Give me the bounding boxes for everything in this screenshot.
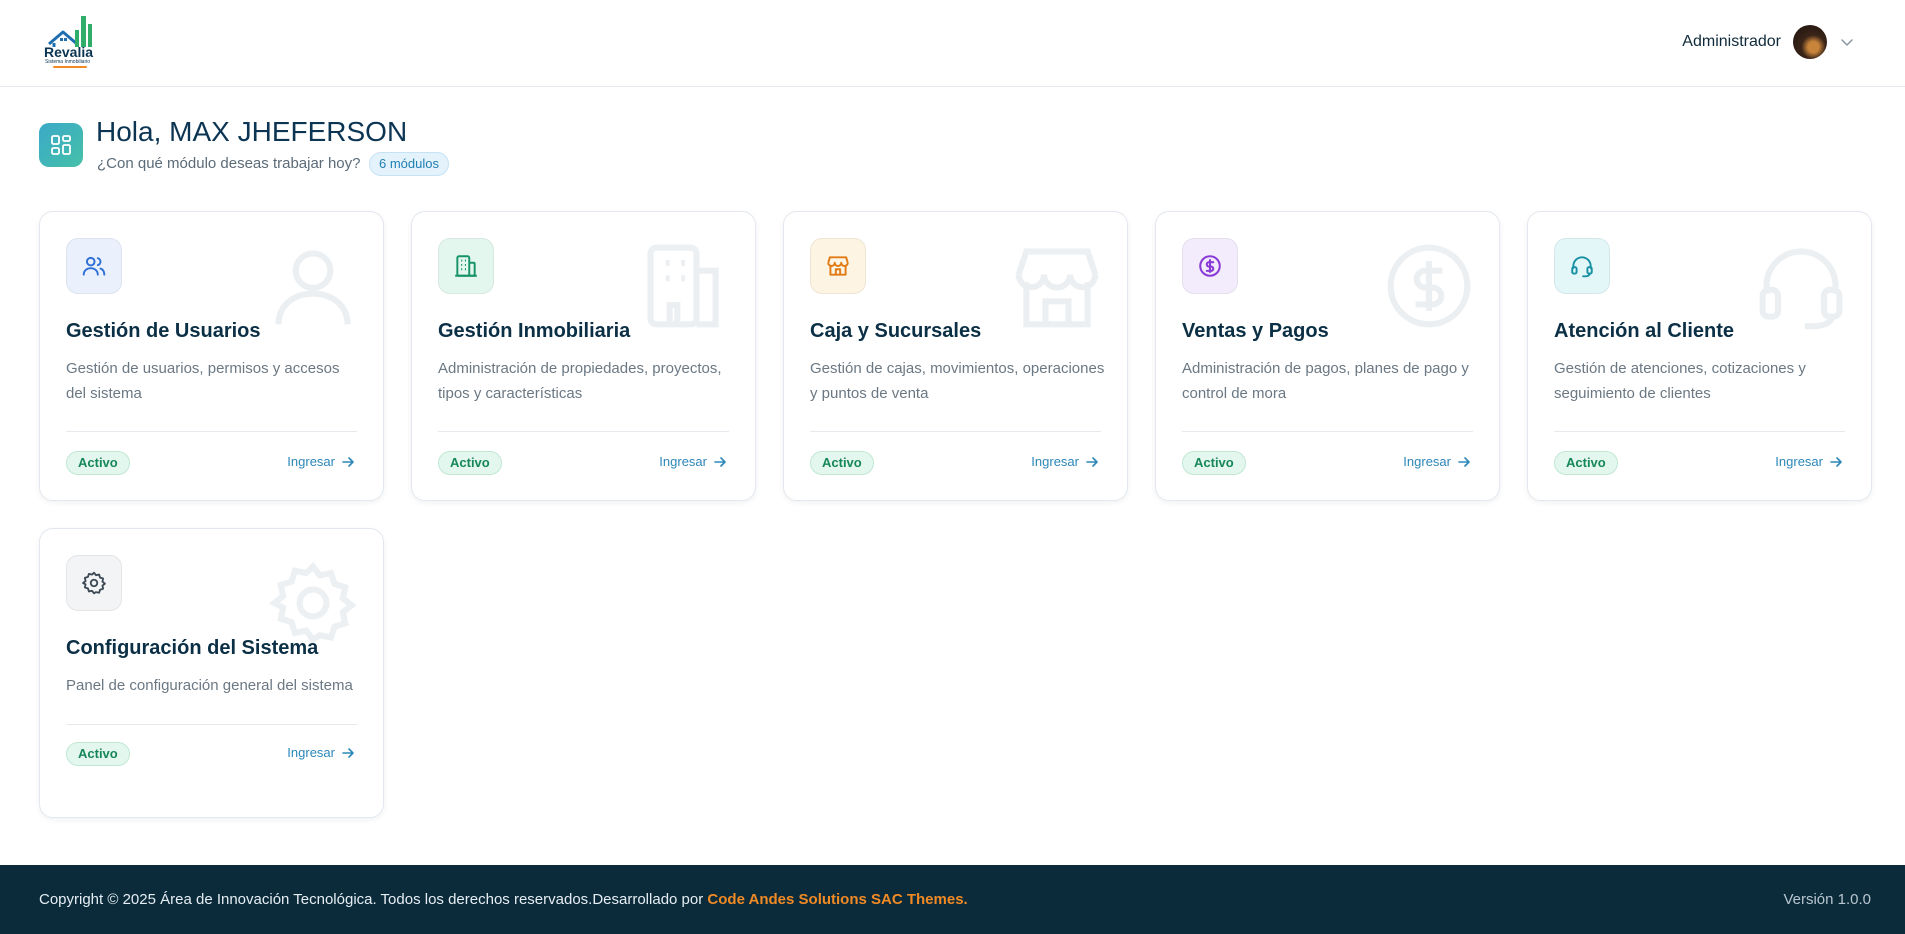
store-watermark-icon <box>1015 248 1099 328</box>
footer-copyright: Copyright © 2025 Área de Innovación Tecn… <box>39 891 968 908</box>
arrow-right-icon <box>1086 456 1098 467</box>
enter-link[interactable]: Ingresar <box>1031 454 1099 469</box>
enter-link-label: Ingresar <box>1403 454 1451 469</box>
headset-watermark-icon <box>1759 248 1843 330</box>
module-count-badge: 6 módulos <box>369 152 449 176</box>
chevron-down-icon[interactable] <box>1839 34 1855 50</box>
module-description: Administración de pagos, planes de pago … <box>1182 360 1469 402</box>
module-card-atencion[interactable]: Atención al Cliente Gestión de atencione… <box>1527 211 1872 501</box>
headset-icon <box>1554 238 1610 294</box>
status-badge: Activo <box>810 451 874 475</box>
page-title: Hola, MAX JHEFERSON <box>96 116 408 147</box>
module-card-usuarios[interactable]: Gestión de Usuarios Gestión de usuarios,… <box>39 211 384 501</box>
divider <box>1554 431 1845 432</box>
logo-underline <box>53 66 87 68</box>
status-badge: Activo <box>438 451 502 475</box>
divider <box>438 431 729 432</box>
module-title: Configuración del Sistema <box>66 637 319 659</box>
gear-watermark-icon <box>268 562 357 644</box>
building-icon <box>438 238 494 294</box>
dollar-circle-icon <box>1182 238 1238 294</box>
status-badge: Activo <box>66 742 130 766</box>
module-description: Administración de propiedades, proyectos… <box>438 360 722 402</box>
enter-link[interactable]: Ingresar <box>659 454 727 469</box>
enter-link-label: Ingresar <box>659 454 707 469</box>
enter-link[interactable]: Ingresar <box>1775 454 1843 469</box>
arrow-right-icon <box>342 747 354 758</box>
module-card-caja[interactable]: Caja y Sucursales Gestión de cajas, movi… <box>783 211 1128 501</box>
enter-link-label: Ingresar <box>1031 454 1079 469</box>
developer-link[interactable]: Code Andes Solutions SAC Themes. <box>707 891 967 908</box>
status-badge: Activo <box>66 451 130 475</box>
status-badge: Activo <box>1182 451 1246 475</box>
module-card-inmobiliaria[interactable]: Gestión Inmobiliaria Administración de p… <box>411 211 756 501</box>
version-label: Versión 1.0.0 <box>1783 891 1871 908</box>
module-description: Gestión de atenciones, cotizaciones y se… <box>1554 360 1806 402</box>
users-watermark-icon <box>275 250 351 325</box>
module-description: Gestión de usuarios, permisos y accesos … <box>66 360 340 402</box>
enter-link-label: Ingresar <box>287 454 335 469</box>
status-badge: Activo <box>1554 451 1618 475</box>
enter-link-label: Ingresar <box>287 745 335 760</box>
module-card-configuracion[interactable]: Configuración del Sistema Panel de confi… <box>39 528 384 818</box>
module-card-ventas[interactable]: Ventas y Pagos Administración de pagos, … <box>1155 211 1500 501</box>
building-watermark-icon <box>647 244 719 328</box>
module-description: Panel de configuración general del siste… <box>66 677 353 694</box>
module-title: Gestión Inmobiliaria <box>438 320 631 342</box>
gear-icon <box>66 555 122 611</box>
user-menu[interactable]: Administrador <box>1682 24 1855 60</box>
module-title: Ventas y Pagos <box>1182 320 1329 342</box>
dashboard-grid-icon <box>39 123 83 167</box>
module-description: Gestión de cajas, movimientos, operacion… <box>810 360 1105 402</box>
users-icon <box>66 238 122 294</box>
enter-link-label: Ingresar <box>1775 454 1823 469</box>
module-title: Caja y Sucursales <box>810 320 982 342</box>
module-title: Gestión de Usuarios <box>66 320 261 342</box>
logo-name: Revalia <box>44 44 94 60</box>
arrow-right-icon <box>1830 456 1842 467</box>
enter-link[interactable]: Ingresar <box>1403 454 1471 469</box>
divider <box>66 431 357 432</box>
divider <box>810 431 1101 432</box>
top-bar: Revalia Sistema Inmobiliario Administrad… <box>0 0 1905 87</box>
arrow-right-icon <box>342 456 354 467</box>
page-subtitle: ¿Con qué módulo deseas trabajar hoy? <box>97 155 361 172</box>
copyright-text: Copyright © 2025 Área de Innovación Tecn… <box>39 891 708 908</box>
divider <box>66 724 357 725</box>
logo-subtitle: Sistema Inmobiliario <box>45 59 91 65</box>
store-icon <box>810 238 866 294</box>
arrow-right-icon <box>1458 456 1470 467</box>
module-title: Atención al Cliente <box>1554 320 1735 342</box>
divider <box>1182 431 1473 432</box>
arrow-right-icon <box>714 456 726 467</box>
avatar[interactable] <box>1793 25 1827 59</box>
enter-link[interactable]: Ingresar <box>287 454 355 469</box>
enter-link[interactable]: Ingresar <box>287 745 355 760</box>
footer: Copyright © 2025 Área de Innovación Tecn… <box>0 865 1905 934</box>
user-name: Administrador <box>1682 33 1781 50</box>
dollar-watermark-icon <box>1387 244 1471 328</box>
